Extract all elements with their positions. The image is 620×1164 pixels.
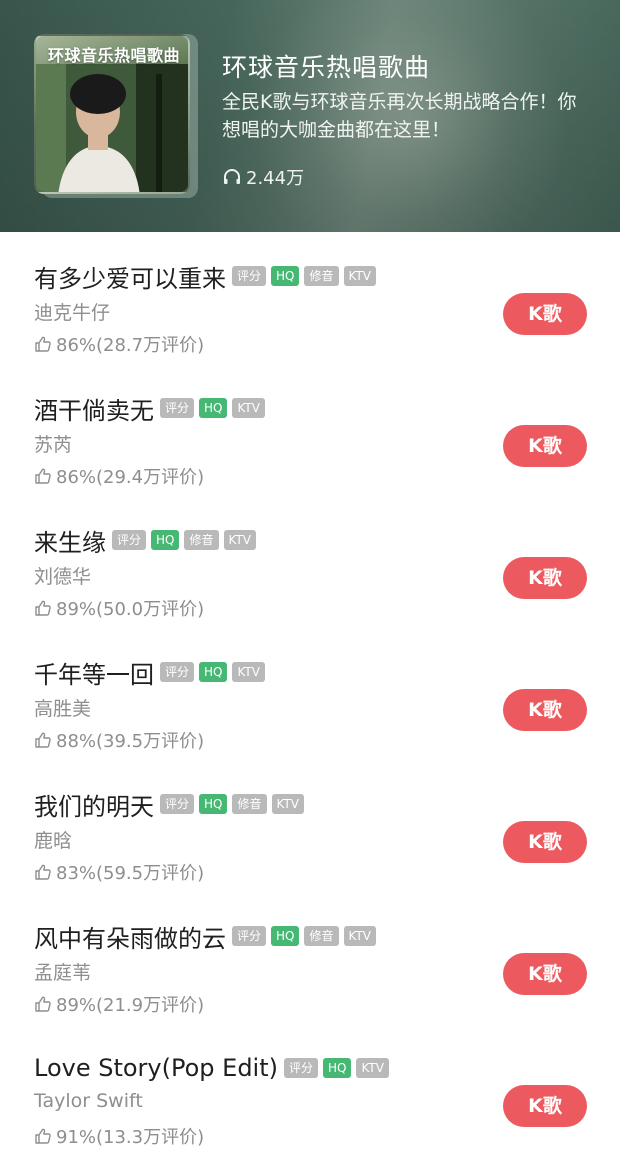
song-title-row: 酒干倘卖无 评分 HQ KTV [34,392,270,425]
singer-name[interactable]: 高胜美 [34,694,91,721]
headphone-icon [224,169,240,184]
cover-title: 环球音乐热唱歌曲 [47,46,180,65]
rating-text: 86%(28.7万评价) [56,335,205,356]
rating-text: 89%(50.0万评价) [56,599,205,620]
ktv-tag: KTV [343,926,376,946]
song-name: 千年等一回 [34,660,154,689]
autotune-tag: 修音 [304,266,339,286]
singer-name[interactable]: 鹿晗 [34,826,72,853]
song-title-row: Love Story(Pop Edit) 评分 HQ KTV [34,1052,394,1084]
ktv-tag: KTV [232,662,265,682]
song-row[interactable]: 风中有朵雨做的云 评分 HQ 修音 KTV 孟庭苇 89%(21.9万评价) K歌 [0,892,620,1024]
score-tag: 评分 [160,662,195,682]
playlist-cover[interactable]: 环球音乐热唱歌曲 [34,34,198,198]
singer-name[interactable]: 刘德华 [34,562,91,589]
score-tag: 评分 [232,266,267,286]
hq-tag: HQ [271,266,300,286]
ktv-tag: KTV [356,1058,389,1078]
hq-tag: HQ [271,926,300,946]
score-tag: 评分 [284,1058,319,1078]
song-row[interactable]: 来生缘 评分 HQ 修音 KTV 刘德华 89%(50.0万评价) K歌 [0,496,620,628]
sing-k-button[interactable]: K歌 [503,1085,587,1127]
sing-k-button[interactable]: K歌 [503,821,587,863]
song-name: 来生缘 [34,528,106,557]
thumbs-up-icon [35,600,51,616]
thumbs-up-icon [35,732,51,748]
song-list: 有多少爱可以重来 评分 HQ 修音 KTV 迪克牛仔 86%(28.7万评价) K歌 酒干倘卖无… [0,232,620,1156]
song-name: 有多少爱可以重来 [34,264,226,293]
song-title-row: 千年等一回 评分 HQ KTV [34,656,270,689]
song-name: 风中有朵雨做的云 [34,924,226,953]
playlist-title: 环球音乐热唱歌曲 [222,53,431,82]
thumbs-up-icon [35,336,51,352]
sing-k-button[interactable]: K歌 [503,953,587,995]
autotune-tag: 修音 [184,530,219,550]
sing-k-button[interactable]: K歌 [503,557,587,599]
score-tag: 评分 [112,530,147,550]
sing-k-button[interactable]: K歌 [503,425,587,467]
song-name: Love Story(Pop Edit) [34,1054,278,1082]
hq-tag: HQ [151,530,180,550]
score-tag: 评分 [232,926,267,946]
song-rating: 86%(28.7万评价) [34,331,204,357]
ktv-tag: KTV [343,266,376,286]
song-title-row: 我们的明天 评分 HQ 修音 KTV [34,788,309,821]
playlist-header: 环球音乐热唱歌曲 环球音乐热唱歌曲 全民K歌与环球音乐再次长期战略合作！你想唱的… [0,0,620,232]
song-row[interactable]: 有多少爱可以重来 评分 HQ 修音 KTV 迪克牛仔 86%(28.7万评价) K歌 [0,232,620,364]
thumbs-up-icon [35,996,51,1012]
song-title-row: 风中有朵雨做的云 评分 HQ 修音 KTV [34,920,381,953]
song-rating: 89%(21.9万评价) [34,991,204,1017]
sing-k-button[interactable]: K歌 [503,293,587,335]
rating-text: 88%(39.5万评价) [56,731,205,752]
thumbs-up-icon [35,468,51,484]
sing-k-button[interactable]: K歌 [503,689,587,731]
score-tag: 评分 [160,398,195,418]
thumbs-up-icon [35,864,51,880]
cover-image: 环球音乐热唱歌曲 [34,34,190,194]
ktv-tag: KTV [232,398,265,418]
rating-text: 83%(59.5万评价) [56,863,205,884]
hq-tag: HQ [323,1058,352,1078]
singer-name[interactable]: Taylor Swift [34,1090,143,1112]
song-row[interactable]: 千年等一回 评分 HQ KTV 高胜美 88%(39.5万评价) K歌 [0,628,620,760]
rating-text: 91%(13.3万评价) [56,1127,205,1148]
hq-tag: HQ [199,398,228,418]
song-title-row: 来生缘 评分 HQ 修音 KTV [34,524,261,557]
thumbs-up-icon [35,1128,51,1144]
song-title-row: 有多少爱可以重来 评分 HQ 修音 KTV [34,260,381,293]
song-name: 我们的明天 [34,792,154,821]
singer-name[interactable]: 孟庭苇 [34,958,91,985]
song-row[interactable]: 酒干倘卖无 评分 HQ KTV 苏芮 86%(29.4万评价) K歌 [0,364,620,496]
playlist-description: 全民K歌与环球音乐再次长期战略合作！你想唱的大咖金曲都在这里！ [222,91,577,141]
song-rating: 91%(13.3万评价) [34,1123,204,1149]
cover-portrait-illustration [36,64,188,192]
song-rating: 86%(29.4万评价) [34,463,204,489]
song-rating: 83%(59.5万评价) [34,859,204,885]
song-rating: 88%(39.5万评价) [34,727,204,753]
play-count-value: 2.44万 [246,168,305,189]
hq-tag: HQ [199,662,228,682]
autotune-tag: 修音 [232,794,267,814]
ktv-tag: KTV [271,794,304,814]
ktv-tag: KTV [223,530,256,550]
rating-text: 89%(21.9万评价) [56,995,205,1016]
singer-name[interactable]: 苏芮 [34,430,72,457]
song-row[interactable]: Love Story(Pop Edit) 评分 HQ KTV Taylor Swift 9… [0,1024,620,1156]
rating-text: 86%(29.4万评价) [56,467,205,488]
hq-tag: HQ [199,794,228,814]
song-rating: 89%(50.0万评价) [34,595,204,621]
score-tag: 评分 [160,794,195,814]
play-count: 2.44万 [222,164,304,190]
song-name: 酒干倘卖无 [34,396,154,425]
singer-name[interactable]: 迪克牛仔 [34,298,110,325]
song-row[interactable]: 我们的明天 评分 HQ 修音 KTV 鹿晗 83%(59.5万评价) K歌 [0,760,620,892]
autotune-tag: 修音 [304,926,339,946]
